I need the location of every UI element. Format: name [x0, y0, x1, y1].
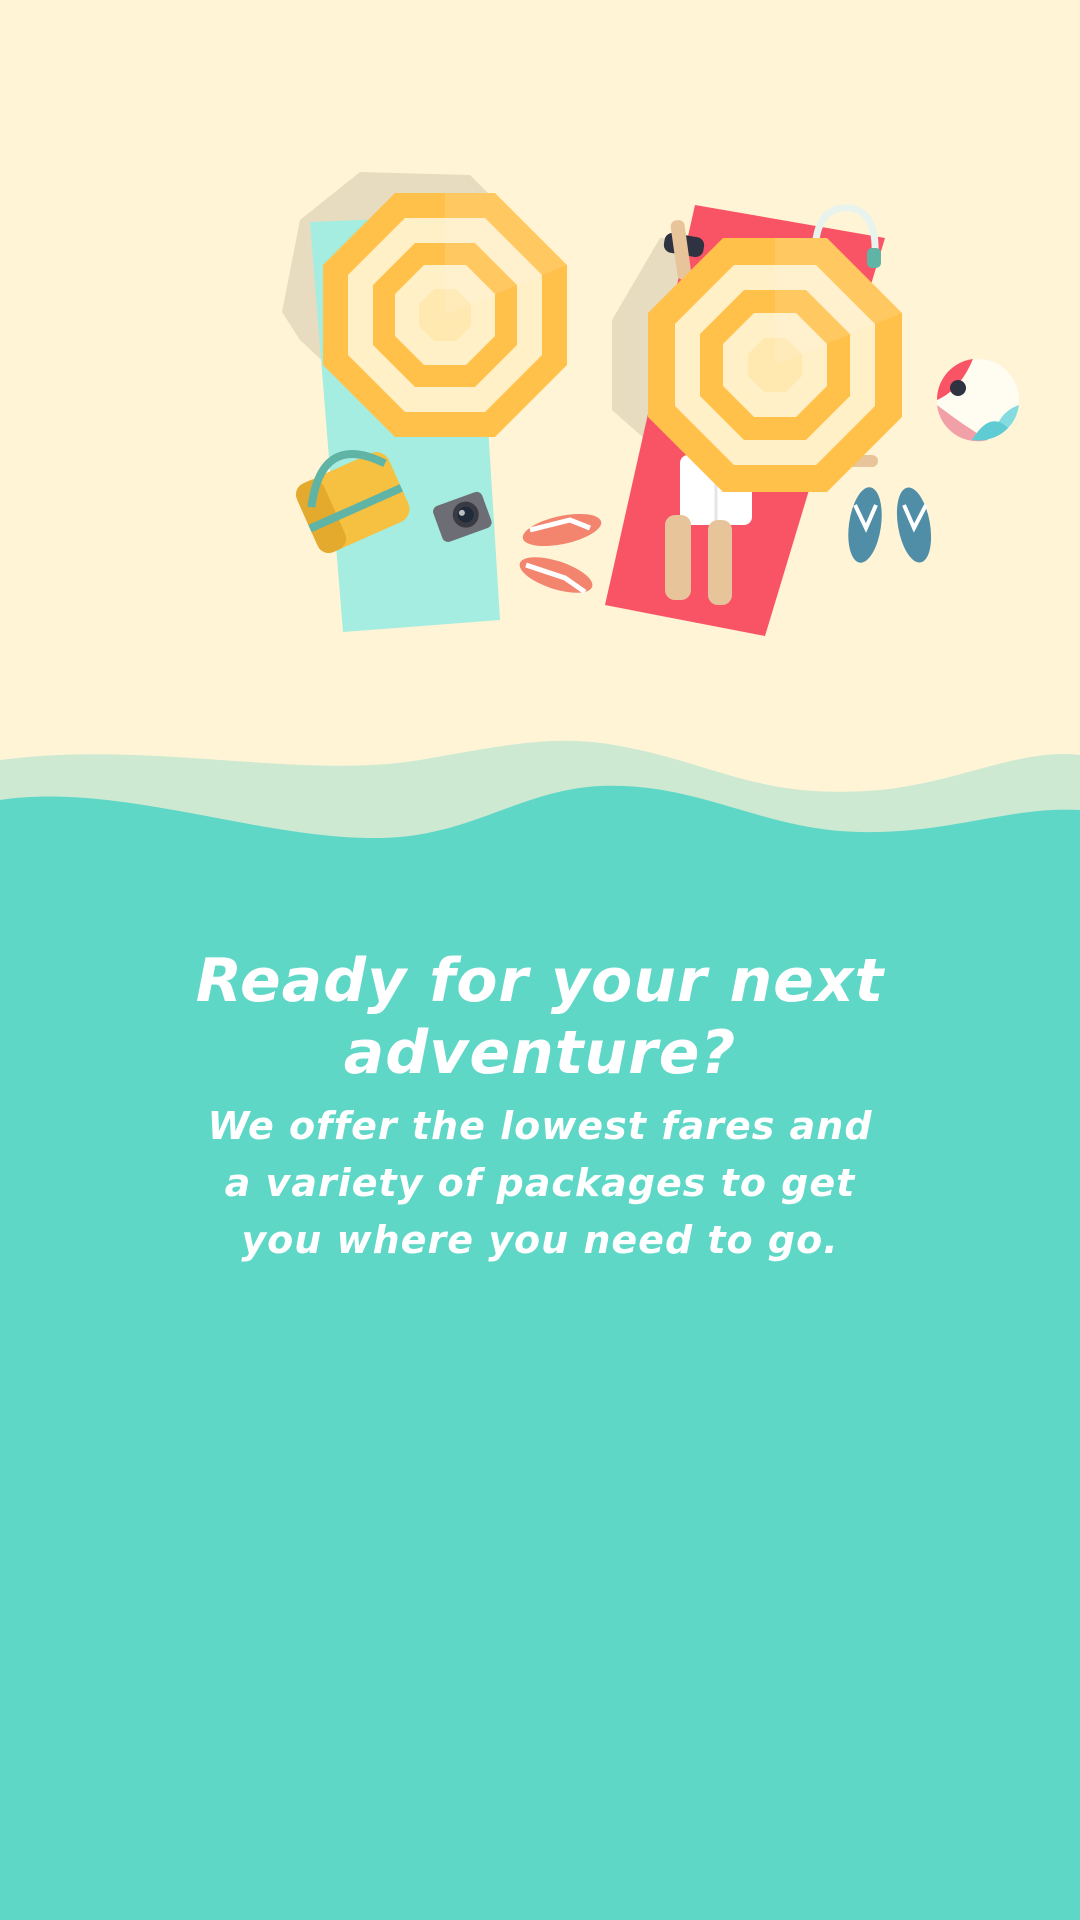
beach-umbrella-icon [648, 238, 902, 492]
page-subtitle: We offer the lowest fares and a variety … [207, 1104, 873, 1262]
beach-ball-icon [936, 359, 1019, 442]
onboarding-screen: Ready for your next adventure? We offer … [0, 0, 1080, 1920]
page-title: Ready for your next adventure? [195, 946, 885, 1088]
sand-background [0, 0, 1080, 820]
beach-umbrella-icon [323, 193, 567, 437]
